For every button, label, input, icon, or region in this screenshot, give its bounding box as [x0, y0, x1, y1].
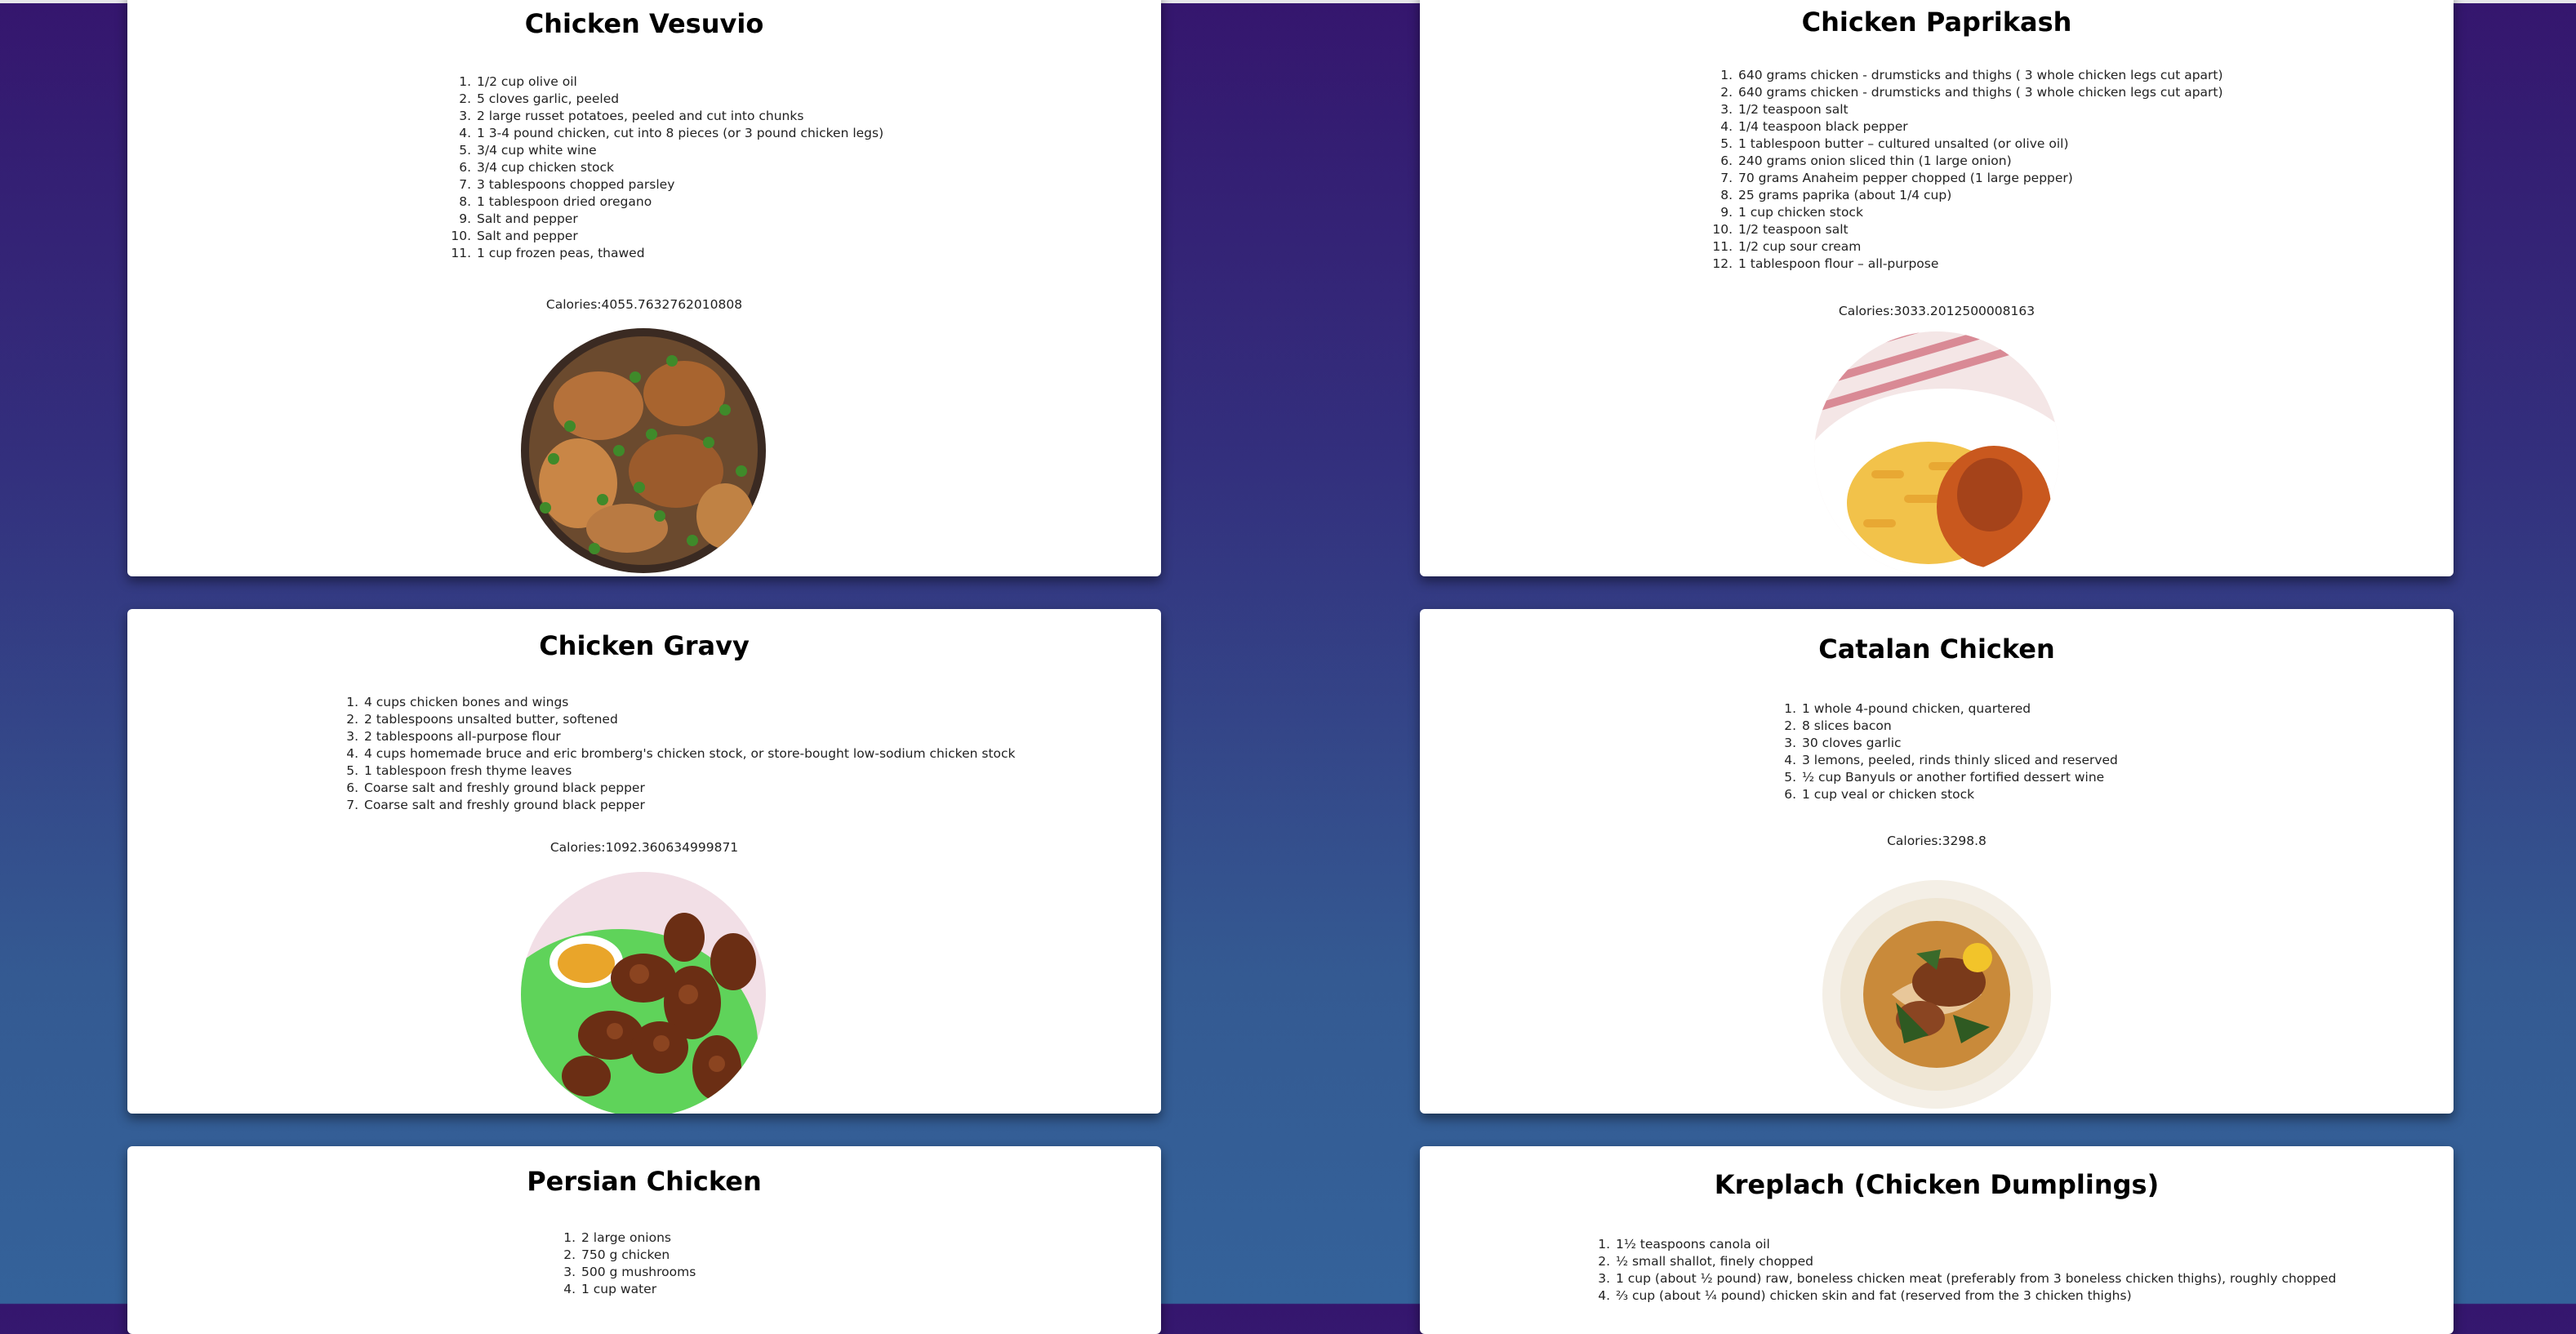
calories-label: Calories:3033.2012500008163: [1838, 304, 2035, 318]
ingredient-item: 1/4 teaspoon black pepper: [1737, 118, 2223, 136]
ingredient-item: 1 tablespoon dried oregano: [475, 193, 883, 211]
recipe-title: Catalan Chicken: [1818, 634, 2055, 665]
ingredient-list: 1½ teaspoons canola oil ½ small shallot,…: [1593, 1236, 2336, 1305]
ingredient-item: 1 tablespoon flour – all-purpose: [1737, 256, 2223, 273]
ingredient-item: 1½ teaspoons canola oil: [1614, 1236, 2336, 1253]
recipe-card-chicken-vesuvio: Chicken Vesuvio 1/2 cup olive oil 5 clov…: [127, 0, 1161, 576]
calories-label: Calories:3298.8: [1887, 834, 1987, 848]
ingredient-list: 640 grams chicken - drumsticks and thigh…: [1715, 67, 2223, 273]
fried-chicken-photo-icon: [521, 872, 766, 1114]
ingredient-item: 1 3-4 pound chicken, cut into 8 pieces (…: [475, 125, 883, 142]
ingredient-item: 640 grams chicken - drumsticks and thigh…: [1737, 67, 2223, 84]
ingredient-item: 3 tablespoons chopped parsley: [475, 176, 883, 193]
ingredient-item: 640 grams chicken - drumsticks and thigh…: [1737, 84, 2223, 101]
recipe-card-kreplach: Kreplach (Chicken Dumplings) 1½ teaspoon…: [1420, 1146, 2454, 1334]
ingredient-list: 4 cups chicken bones and wings 2 tablesp…: [341, 694, 1016, 814]
chicken-vesuvio-photo-icon: [521, 328, 766, 573]
ingredient-item: 70 grams Anaheim pepper chopped (1 large…: [1737, 170, 2223, 187]
catalan-chicken-photo-icon: [1814, 872, 2059, 1114]
ingredient-item: 2 large russet potatoes, peeled and cut …: [475, 108, 883, 125]
ingredient-item: 30 cloves garlic: [1800, 735, 2118, 752]
ingredient-item: 1 whole 4-pound chicken, quartered: [1800, 700, 2118, 718]
ingredient-list: 2 large onions 750 g chicken 500 g mushr…: [558, 1230, 696, 1298]
ingredient-item: 1 cup veal or chicken stock: [1800, 786, 2118, 803]
recipe-title: Chicken Vesuvio: [524, 8, 764, 39]
recipe-title: Chicken Paprikash: [1801, 7, 2072, 38]
ingredient-item: 2 tablespoons unsalted butter, softened: [363, 711, 1016, 728]
ingredient-item: ½ cup Banyuls or another fortified desse…: [1800, 769, 2118, 786]
recipe-image: [521, 872, 766, 1114]
recipe-title: Persian Chicken: [527, 1166, 762, 1197]
recipe-image: [521, 328, 766, 573]
chicken-paprikash-photo-icon: [1814, 331, 2059, 576]
recipe-card-chicken-gravy: Chicken Gravy 4 cups chicken bones and w…: [127, 609, 1161, 1114]
ingredient-item: 1 cup chicken stock: [1737, 204, 2223, 221]
ingredient-item: Coarse salt and freshly ground black pep…: [363, 797, 1016, 814]
recipe-card-persian-chicken: Persian Chicken 2 large onions 750 g chi…: [127, 1146, 1161, 1334]
calories-label: Calories:1092.360634999871: [549, 840, 739, 855]
recipe-title: Kreplach (Chicken Dumplings): [1714, 1169, 2160, 1200]
ingredient-item: 4 cups chicken bones and wings: [363, 694, 1016, 711]
ingredient-item: 3 lemons, peeled, rinds thinly sliced an…: [1800, 752, 2118, 769]
ingredient-item: 500 g mushrooms: [580, 1264, 696, 1281]
recipe-title: Chicken Gravy: [539, 630, 750, 661]
ingredient-item: 3/4 cup chicken stock: [475, 159, 883, 176]
ingredient-item: 1 cup (about ½ pound) raw, boneless chic…: [1614, 1270, 2336, 1287]
ingredient-item: 2 tablespoons all-purpose flour: [363, 728, 1016, 745]
ingredient-item: 1/2 cup sour cream: [1737, 238, 2223, 256]
ingredient-item: Salt and pepper: [475, 211, 883, 228]
recipe-card-chicken-paprikash: Chicken Paprikash 640 grams chicken - dr…: [1420, 0, 2454, 576]
ingredient-item: 1 tablespoon fresh thyme leaves: [363, 763, 1016, 780]
ingredient-item: ½ small shallot, finely chopped: [1614, 1253, 2336, 1270]
ingredient-item: 1 tablespoon butter – cultured unsalted …: [1737, 136, 2223, 153]
recipe-image: [1814, 331, 2059, 576]
ingredient-item: Salt and pepper: [475, 228, 883, 245]
ingredient-item: 1/2 cup olive oil: [475, 73, 883, 91]
ingredient-item: 5 cloves garlic, peeled: [475, 91, 883, 108]
ingredient-item: 1/2 teaspoon salt: [1737, 101, 2223, 118]
ingredient-item: 4 cups homemade bruce and eric bromberg'…: [363, 745, 1016, 763]
calories-label: Calories:4055.7632762010808: [545, 297, 743, 312]
ingredient-item: 2 large onions: [580, 1230, 696, 1247]
ingredient-list: 1/2 cup olive oil 5 cloves garlic, peele…: [454, 73, 883, 262]
ingredient-list: 1 whole 4-pound chicken, quartered 8 sli…: [1779, 700, 2118, 803]
ingredient-item: 750 g chicken: [580, 1247, 696, 1264]
ingredient-item: ⅔ cup (about ¼ pound) chicken skin and f…: [1614, 1287, 2336, 1305]
ingredient-item: 1 cup frozen peas, thawed: [475, 245, 883, 262]
ingredient-item: 8 slices bacon: [1800, 718, 2118, 735]
recipe-card-catalan-chicken: Catalan Chicken 1 whole 4-pound chicken,…: [1420, 609, 2454, 1114]
ingredient-item: 3/4 cup white wine: [475, 142, 883, 159]
ingredient-item: 1 cup water: [580, 1281, 696, 1298]
ingredient-item: 240 grams onion sliced thin (1 large oni…: [1737, 153, 2223, 170]
ingredient-item: Coarse salt and freshly ground black pep…: [363, 780, 1016, 797]
recipe-image: [1814, 872, 2059, 1114]
ingredient-item: 1/2 teaspoon salt: [1737, 221, 2223, 238]
ingredient-item: 25 grams paprika (about 1/4 cup): [1737, 187, 2223, 204]
